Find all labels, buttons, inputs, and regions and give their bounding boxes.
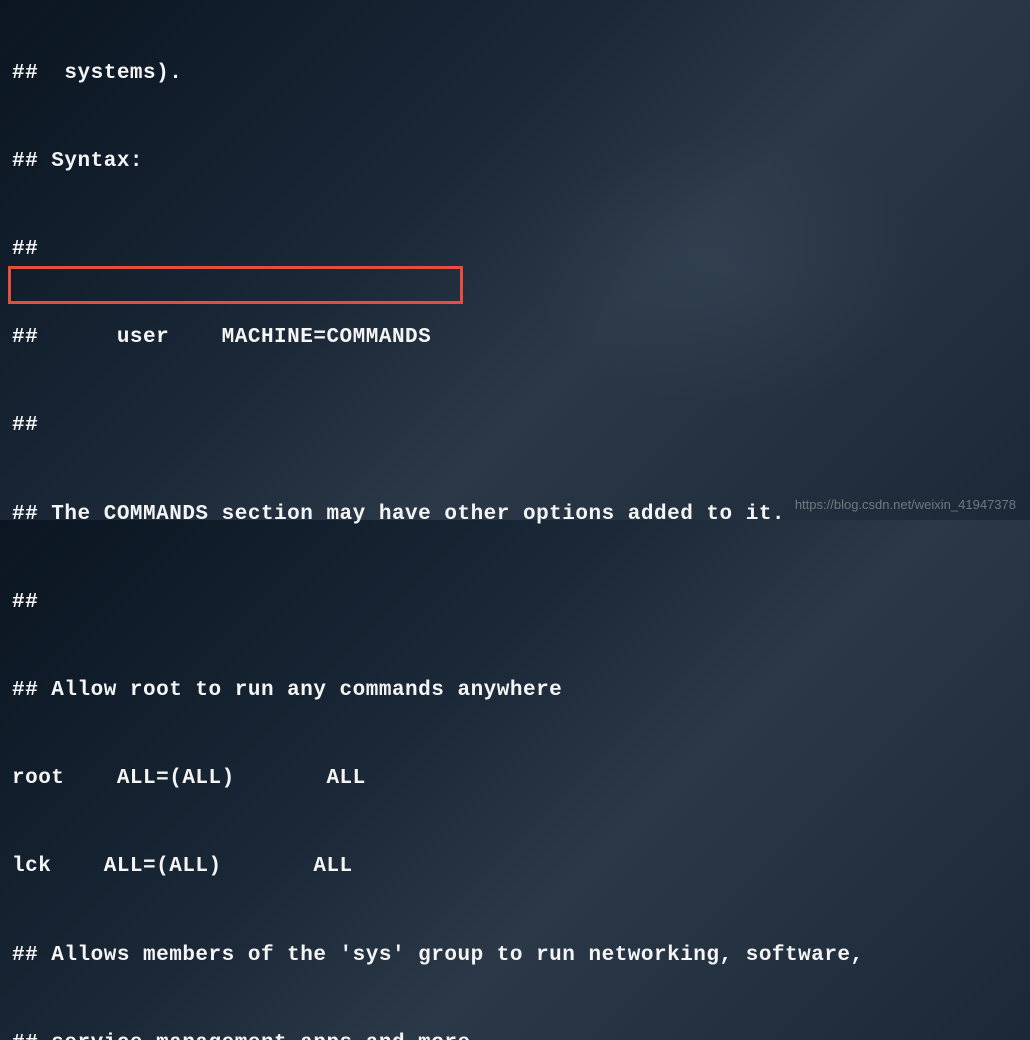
config-line: ## Allow root to run any commands anywhe… bbox=[12, 676, 1018, 705]
config-line-highlighted: lck ALL=(ALL) ALL bbox=[12, 852, 1018, 881]
config-line: ## bbox=[12, 411, 1018, 440]
config-line: ## Allows members of the 'sys' group to … bbox=[12, 941, 1018, 970]
config-line: ## systems). bbox=[12, 59, 1018, 88]
watermark-text: https://blog.csdn.net/weixin_41947378 bbox=[795, 496, 1016, 514]
terminal-editor[interactable]: ## systems). ## Syntax: ## ## user MACHI… bbox=[0, 0, 1030, 1040]
config-line: ## Syntax: bbox=[12, 147, 1018, 176]
config-line: ## bbox=[12, 235, 1018, 264]
config-line: root ALL=(ALL) ALL bbox=[12, 764, 1018, 793]
config-line: ## user MACHINE=COMMANDS bbox=[12, 323, 1018, 352]
config-line: ## service management apps and more. bbox=[12, 1029, 1018, 1040]
config-line: ## bbox=[12, 588, 1018, 617]
